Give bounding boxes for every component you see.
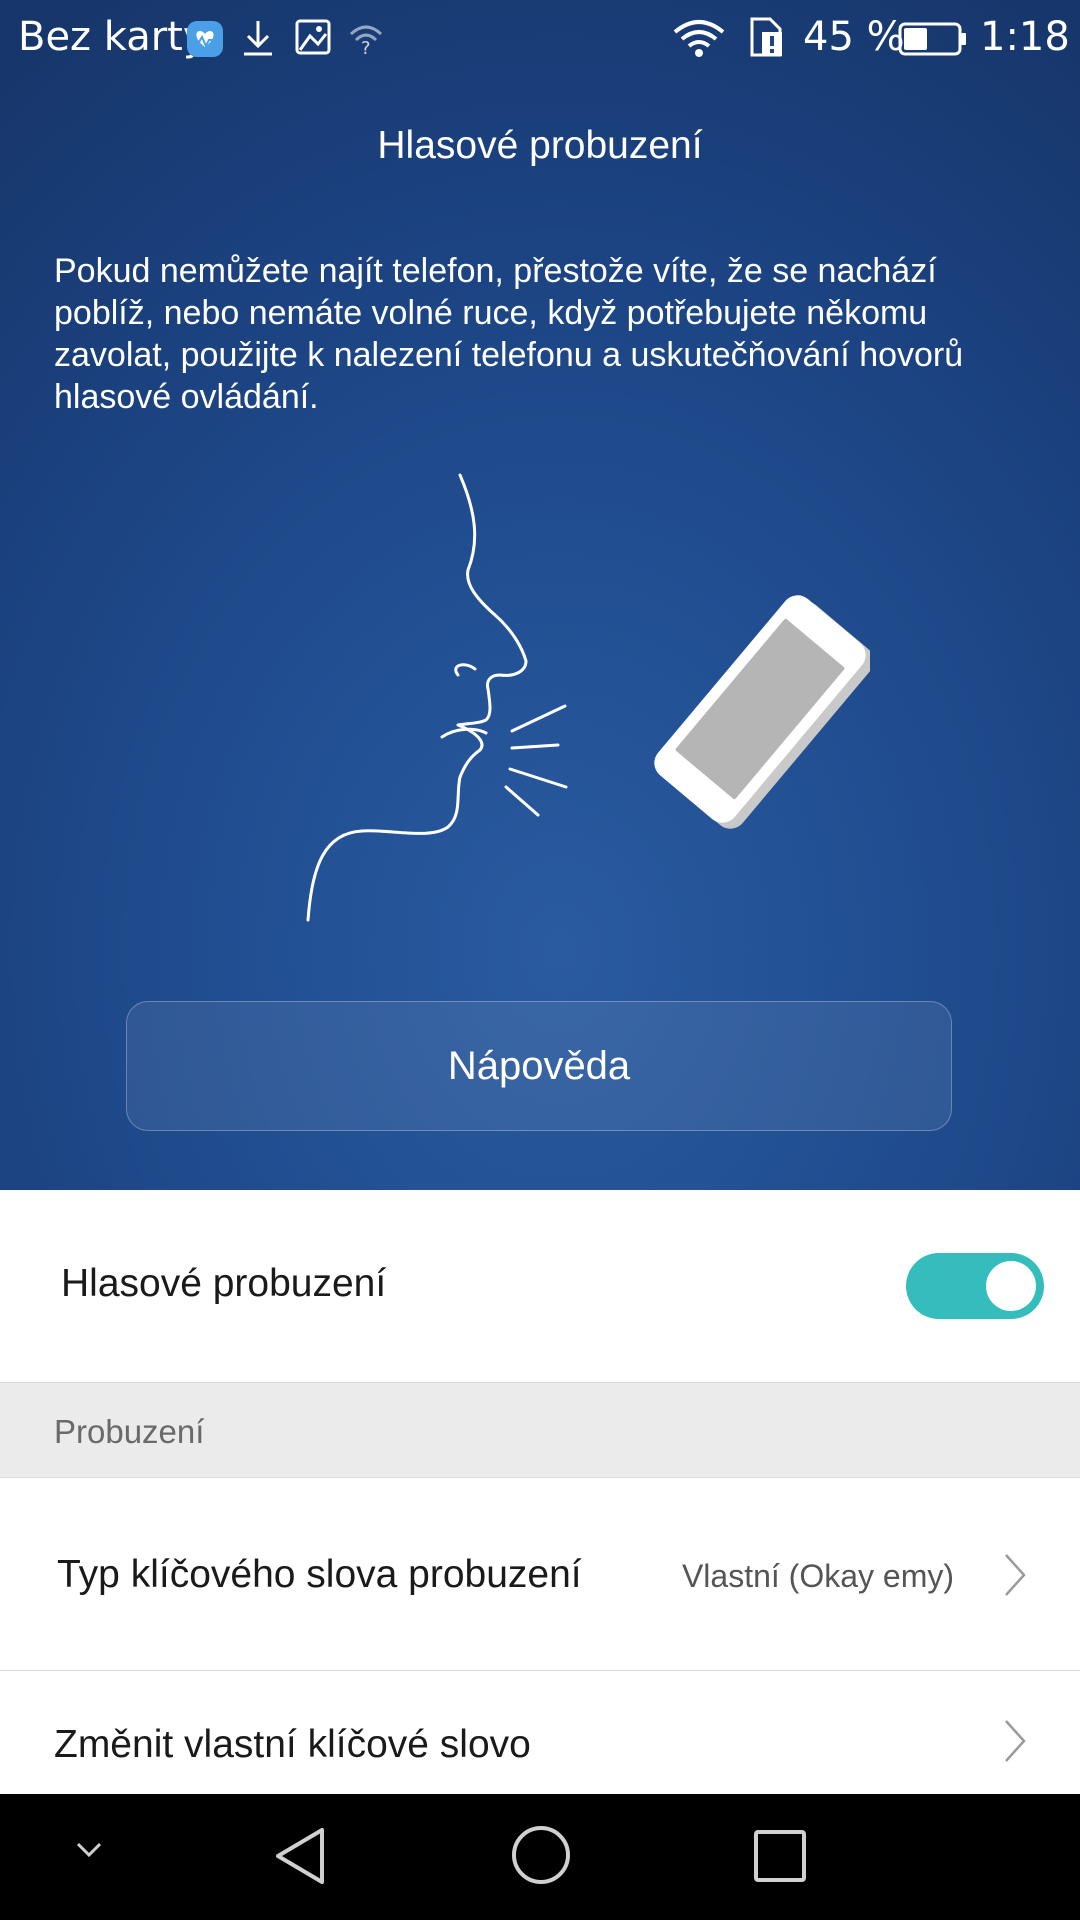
wakeup-keyword-type-row[interactable]: Typ klíčového slova probuzení Vlastní (O… bbox=[0, 1478, 1080, 1671]
battery-percent: 45 % bbox=[803, 14, 905, 60]
navigation-bar bbox=[0, 1794, 1080, 1920]
clock: 1:18 bbox=[980, 14, 1070, 60]
chevron-right-icon bbox=[1005, 1554, 1026, 1596]
voice-wakeup-toggle-row[interactable]: Hlasové probuzení bbox=[0, 1190, 1080, 1383]
phone-icon bbox=[654, 595, 870, 829]
svg-text:?: ? bbox=[361, 38, 371, 56]
sim-alert-icon bbox=[750, 17, 782, 57]
change-keyword-label: Změnit vlastní klíčové slovo bbox=[54, 1723, 531, 1766]
wifi-question-icon: ? bbox=[349, 25, 383, 56]
wifi-icon bbox=[673, 20, 725, 57]
battery-icon bbox=[898, 22, 966, 56]
section-title: Probuzení bbox=[54, 1413, 205, 1450]
voice-wakeup-switch[interactable] bbox=[906, 1253, 1044, 1319]
download-icon bbox=[244, 21, 272, 56]
switch-knob bbox=[986, 1261, 1036, 1311]
section-header: Probuzení bbox=[0, 1383, 1080, 1478]
recents-icon[interactable] bbox=[752, 1828, 808, 1884]
wakeup-keyword-type-label: Typ klíčového slova probuzení bbox=[57, 1553, 582, 1596]
description-text: Pokud nemůžete najít telefon, přestože v… bbox=[54, 252, 964, 416]
gallery-icon bbox=[295, 19, 331, 55]
change-keyword-row[interactable]: Změnit vlastní klíčové slovo bbox=[0, 1671, 1080, 1794]
carrier-label: Bez karty bbox=[18, 14, 207, 60]
chevron-right-icon bbox=[1005, 1720, 1026, 1762]
sound-waves-icon bbox=[504, 704, 568, 817]
voice-wakeup-label: Hlasové probuzení bbox=[61, 1262, 387, 1305]
hero-panel: Bez karty ? 45 % 1:18 Hlasové probuzení … bbox=[0, 0, 1080, 1190]
wakeup-keyword-type-value: Vlastní (Okay emy) bbox=[681, 1558, 954, 1594]
voice-wakeup-illustration bbox=[306, 473, 870, 922]
chevron-down-icon[interactable] bbox=[72, 1838, 106, 1862]
health-icon bbox=[187, 21, 223, 57]
back-icon[interactable] bbox=[272, 1826, 328, 1886]
page-title: Hlasové probuzení bbox=[377, 124, 703, 167]
home-icon[interactable] bbox=[510, 1824, 572, 1886]
status-bar: Bez karty ? 45 % 1:18 bbox=[0, 0, 1080, 80]
face-profile-icon bbox=[306, 473, 528, 922]
help-button[interactable]: Nápověda bbox=[126, 1001, 952, 1131]
